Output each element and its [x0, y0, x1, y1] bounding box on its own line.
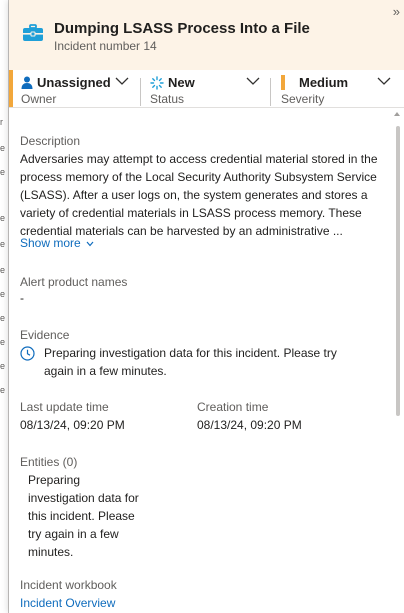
edge-glyph: e: [0, 144, 5, 152]
alert-product-names-value: -: [20, 291, 24, 305]
edge-glyph: r: [0, 118, 3, 126]
show-more-label: Show more: [20, 236, 81, 250]
owner-dropdown[interactable]: Unassigned Owner: [21, 75, 131, 106]
edge-glyph: e: [0, 240, 5, 248]
description-label: Description: [20, 134, 81, 148]
incident-number: Incident number 14: [54, 39, 157, 53]
collapse-panel-button[interactable]: »: [393, 4, 400, 19]
entities-message: Preparing investigation data for this in…: [28, 471, 178, 561]
evidence-message-line: again in a few minutes.: [44, 364, 167, 378]
spinner-icon: [150, 75, 164, 90]
status-label: Status: [150, 92, 185, 106]
edge-glyph: e: [0, 386, 5, 394]
incident-details-panel: Dumping LSASS Process Into a File Incide…: [9, 0, 404, 613]
owner-value: Unassigned: [37, 75, 111, 90]
description-text: Adversaries may attempt to access creden…: [20, 150, 390, 240]
severity-value: Medium: [299, 75, 349, 90]
creation-time-label: Creation time: [197, 400, 269, 414]
last-update-label: Last update time: [20, 400, 109, 414]
last-update-value: 08/13/24, 09:20 PM: [20, 418, 125, 432]
clock-icon: [20, 346, 35, 361]
severity-dropdown[interactable]: Medium Severity: [281, 75, 393, 106]
edge-glyph: e: [0, 266, 5, 274]
owner-value-row: Unassigned: [21, 75, 111, 90]
divider: [140, 78, 141, 106]
entities-message-line: minutes.: [28, 545, 74, 559]
edge-glyph: e: [0, 338, 5, 346]
divider: [270, 78, 271, 106]
panel-header: Dumping LSASS Process Into a File Incide…: [9, 0, 404, 70]
chevron-down-icon: [115, 77, 129, 85]
status-value-row: New: [150, 75, 195, 90]
incident-title: Dumping LSASS Process Into a File: [54, 20, 310, 37]
scrollbar-thumb[interactable]: [396, 126, 400, 416]
alert-product-names-label: Alert product names: [20, 275, 128, 289]
entities-message-line: try again in a few: [28, 527, 119, 541]
edge-glyph: e: [0, 290, 5, 298]
briefcase-icon: [23, 24, 43, 41]
severity-color-marker: [281, 75, 285, 90]
description-line: (LSASS). After a user logs on, the syste…: [20, 188, 368, 202]
description-line: process memory of the Local Security Aut…: [20, 170, 377, 184]
incident-overview-link[interactable]: Incident Overview: [20, 596, 115, 610]
status-dropdown[interactable]: New Status: [150, 75, 262, 106]
edge-glyph: e: [0, 314, 5, 322]
status-value: New: [168, 75, 195, 90]
status-bar: Unassigned Owner New Status Medium Sever…: [9, 70, 404, 108]
edge-glyph: e: [0, 168, 5, 176]
description-line: Adversaries may attempt to access creden…: [20, 152, 378, 166]
scroll-up-arrow[interactable]: [394, 112, 400, 116]
evidence-message: Preparing investigation data for this in…: [44, 344, 384, 380]
incident-workbook-label: Incident workbook: [20, 578, 117, 592]
background-page-edge: r e e e e e e e e e e: [0, 0, 9, 613]
severity-value-row: Medium: [281, 75, 348, 90]
evidence-message-line: Preparing investigation data for this in…: [44, 346, 337, 360]
description-line: variety of credential materials in LSASS…: [20, 206, 362, 220]
chevron-down-icon: [246, 77, 260, 85]
creation-time-value: 08/13/24, 09:20 PM: [197, 418, 302, 432]
person-icon: [21, 76, 33, 89]
entities-label: Entities (0): [20, 455, 78, 469]
chevron-down-icon: [86, 241, 94, 247]
entities-message-line: investigation data for: [28, 491, 139, 505]
evidence-label: Evidence: [20, 328, 70, 342]
chevron-down-icon: [377, 77, 391, 85]
owner-label: Owner: [21, 92, 57, 106]
entities-message-line: Preparing: [28, 473, 81, 487]
severity-label: Severity: [281, 92, 325, 106]
show-more-link[interactable]: Show more: [20, 236, 94, 250]
entities-message-line: this incident. Please: [28, 509, 135, 523]
edge-glyph: e: [0, 362, 5, 370]
edge-glyph: e: [0, 214, 5, 222]
